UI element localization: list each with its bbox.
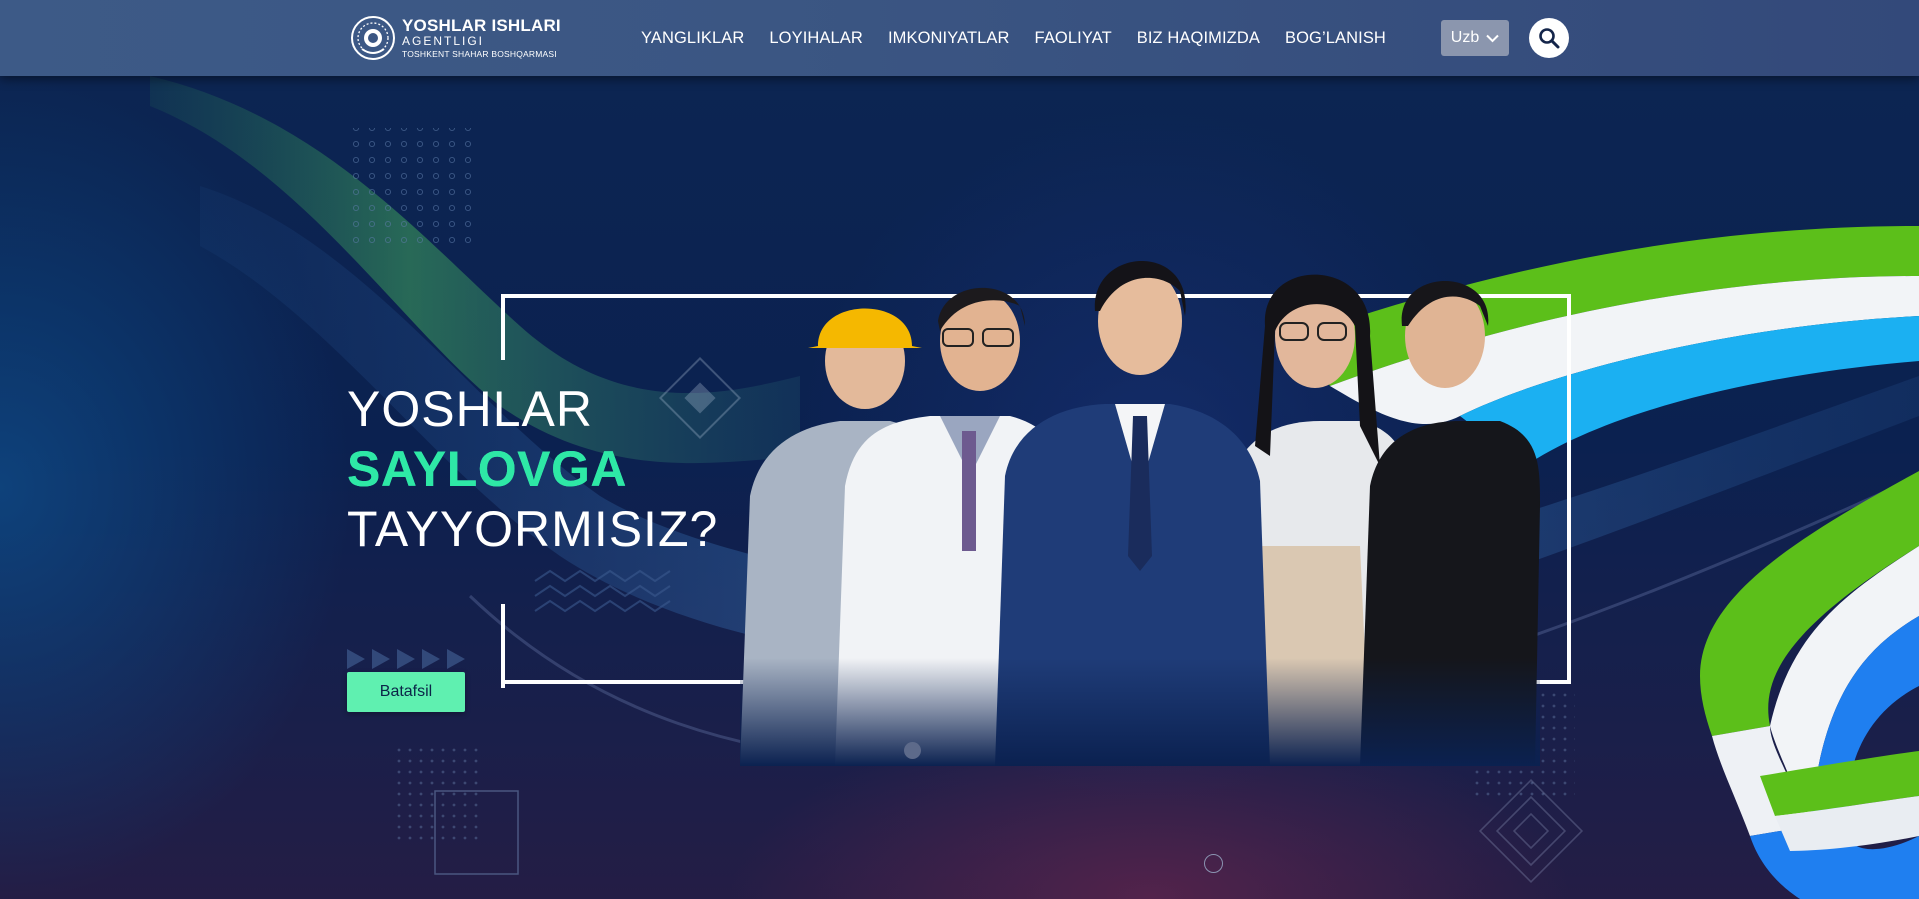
logo-subtitle: AGENTLIGI [402, 34, 485, 49]
main-nav: YANGLIKLAR LOYIHALAR IMKONIYATLAR FAOLIY… [641, 0, 1411, 76]
nav-item-faoliyat[interactable]: FAOLIYAT [1035, 29, 1112, 48]
batafsil-button[interactable]: Batafsil [347, 672, 465, 712]
search-icon [1539, 28, 1560, 49]
slider-dot-filled[interactable] [904, 742, 921, 759]
site-logo[interactable]: YOSHLAR ISHLARI AGENTLIGI TOSHKENT SHAHA… [350, 13, 561, 63]
nav-item-yangliklar[interactable]: YANGLIKLAR [641, 29, 744, 48]
logo-text: YOSHLAR ISHLARI AGENTLIGI TOSHKENT SHAHA… [402, 17, 561, 59]
hero-people-illustration [740, 226, 1540, 766]
hero-banner: YOSHLAR SAYLOVGA TAYYORMISIZ? Batafsil [0, 76, 1919, 899]
hero-frame-corner-top [501, 294, 505, 360]
language-select[interactable]: Uzb [1441, 20, 1509, 56]
headline-line-1: YOSHLAR [347, 381, 593, 437]
emblem-icon [351, 16, 395, 60]
site-header: YOSHLAR ISHLARI AGENTLIGI TOSHKENT SHAHA… [0, 0, 1919, 76]
nav-item-loyihalar[interactable]: LOYIHALAR [769, 29, 863, 48]
nav-item-biz-haqimizda[interactable]: BIZ HAQIMIZDA [1137, 29, 1260, 48]
logo-caption: TOSHKENT SHAHAR BOSHQARMASI [402, 49, 557, 60]
hero-headline: YOSHLAR SAYLOVGA TAYYORMISIZ? [347, 384, 718, 554]
logo-title: YOSHLAR ISHLARI [402, 16, 561, 36]
nav-item-imkoniyatlar[interactable]: IMKONIYATLAR [888, 29, 1010, 48]
language-value: Uzb [1450, 29, 1480, 46]
chevron-down-icon [1486, 34, 1499, 42]
slider-dot-outline[interactable] [1204, 854, 1223, 873]
search-button[interactable] [1529, 18, 1569, 58]
headline-line-2: SAYLOVGA [347, 444, 718, 494]
hero-frame-corner-bottom [501, 604, 505, 688]
headline-line-3: TAYYORMISIZ? [347, 501, 719, 557]
nav-item-boglanish[interactable]: BOG’LANISH [1285, 29, 1386, 48]
